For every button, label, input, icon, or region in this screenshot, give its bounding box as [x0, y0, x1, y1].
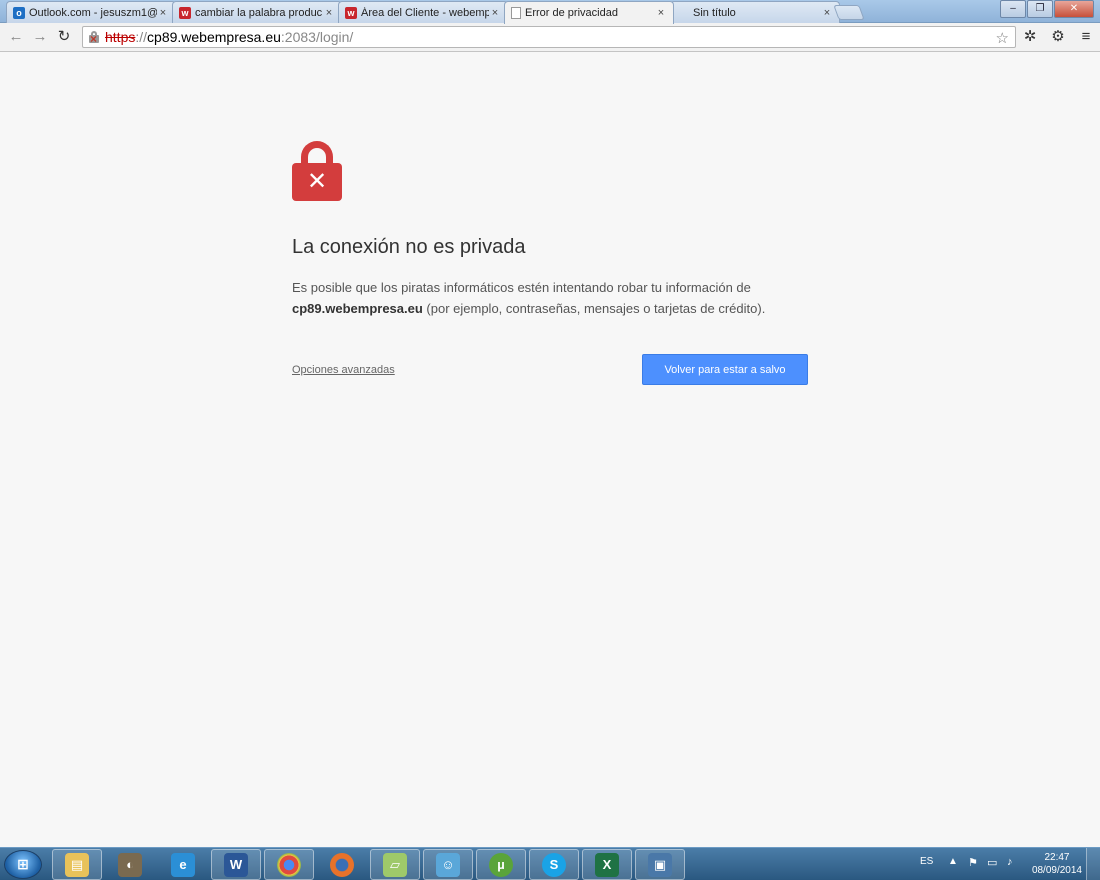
tab-sin-titulo[interactable]: Sin título × [670, 1, 840, 23]
gimp-icon: ◐ [118, 852, 142, 877]
skype-icon: S [542, 852, 566, 877]
maximize-button[interactable]: ❐ [1027, 0, 1053, 18]
utorrent-icon: µ [489, 852, 513, 877]
webempresa-icon: w [345, 6, 357, 19]
description-text-after: (por ejemplo, contraseñas, mensajes o ta… [426, 301, 766, 316]
outlook-icon: o [13, 6, 25, 19]
tab-label: Área del Cliente - webemp [361, 6, 489, 19]
tab-error-privacidad[interactable]: Error de privacidad × [504, 1, 674, 24]
excel-icon: X [595, 852, 619, 877]
description-text: Es posible que los piratas informáticos … [292, 280, 751, 295]
show-desktop-button[interactable] [1086, 848, 1100, 880]
folder-icon: ▱ [383, 852, 407, 877]
red-lock-icon: ✕ [292, 141, 342, 201]
new-tab-button[interactable] [833, 5, 865, 20]
photo-viewer-icon: ▣ [648, 852, 672, 877]
window-controls: – ❐ ✕ [1000, 0, 1094, 18]
show-hidden-icons-icon[interactable]: ▲ [948, 856, 958, 867]
system-tray: ES ▲ ⚑ ▭ ♪ 22:47 08/09/2014 [895, 848, 1100, 880]
back-icon[interactable]: ← [6, 28, 26, 46]
word-icon: W [224, 852, 248, 877]
close-icon[interactable]: × [323, 7, 335, 19]
close-icon[interactable]: × [655, 7, 667, 19]
action-center-flag-icon[interactable]: ⚑ [968, 856, 978, 869]
language-indicator[interactable]: ES [920, 856, 933, 867]
messenger-taskbar-button[interactable]: ☺ [423, 849, 473, 880]
firefox-icon [330, 852, 354, 877]
tab-outlook[interactable]: o Outlook.com - jesuszm1@ × [6, 1, 176, 23]
reload-icon[interactable]: ↻ [54, 28, 74, 46]
description-host: cp89.webempresa.eu [292, 301, 423, 316]
start-button[interactable]: ⊞ [4, 850, 42, 879]
chrome-icon [277, 852, 301, 877]
advanced-options-link[interactable]: Opciones avanzadas [292, 364, 395, 376]
url-host: cp89.webempresa.eu [147, 29, 281, 45]
menu-icon[interactable]: ≡ [1077, 28, 1095, 46]
url-separator: :// [135, 29, 148, 45]
clock-time: 22:47 [1044, 852, 1070, 863]
excel-taskbar-button[interactable]: X [582, 849, 632, 880]
back-to-safety-button[interactable]: Volver para estar a salvo [642, 354, 808, 385]
extension-icon[interactable]: ✲ [1021, 28, 1039, 46]
firefox-taskbar-button[interactable] [317, 849, 367, 880]
chrome-taskbar-button[interactable] [264, 849, 314, 880]
system-clock[interactable]: 22:47 08/09/2014 [1032, 851, 1082, 877]
utorrent-taskbar-button[interactable]: µ [476, 849, 526, 880]
explorer-taskbar-button[interactable]: ▤ [52, 849, 102, 880]
tab-label: Sin título [693, 6, 736, 19]
error-description: Es posible que los piratas informáticos … [292, 277, 812, 319]
browser-toolbar: ← → ↻ × https://cp89.webempresa.eu:2083/… [0, 23, 1100, 52]
url-path: :2083/login/ [280, 29, 354, 45]
page-title: La conexión no es privada [292, 236, 526, 258]
forward-icon[interactable]: → [30, 28, 50, 46]
skype-taskbar-button[interactable]: S [529, 849, 579, 880]
tab-label: Outlook.com - jesuszm1@ [29, 6, 157, 19]
gear-icon[interactable]: ⚙ [1049, 28, 1067, 46]
close-icon[interactable]: × [489, 7, 501, 19]
url-scheme: https [105, 29, 136, 45]
ie-taskbar-button[interactable]: e [158, 849, 208, 880]
word-taskbar-button[interactable]: W [211, 849, 261, 880]
close-icon[interactable]: × [821, 7, 833, 19]
folder-taskbar-button[interactable]: ▱ [370, 849, 420, 880]
tab-label: cambiar la palabra produc [195, 6, 323, 19]
explorer-icon: ▤ [65, 852, 89, 877]
close-icon[interactable]: × [157, 7, 169, 19]
clock-date: 08/09/2014 [1031, 865, 1082, 876]
tab-label: Error de privacidad [525, 7, 618, 19]
tab-strip: o Outlook.com - jesuszm1@ × w cambiar la… [0, 0, 1100, 24]
taskbar: ⊞ ▤ ◐ e W ▱ ☺ µ S X ▣ ES ▲ ⚑ ▭ ♪ 22:47 0… [0, 847, 1100, 880]
network-icon[interactable]: ▭ [987, 856, 997, 869]
bookmark-star-icon[interactable]: ☆ [996, 29, 1009, 47]
gimp-taskbar-button[interactable]: ◐ [105, 849, 155, 880]
tab-area-cliente[interactable]: w Área del Cliente - webemp × [338, 1, 508, 23]
messenger-icon: ☺ [436, 852, 460, 877]
ie-icon: e [171, 852, 195, 877]
photo-viewer-taskbar-button[interactable]: ▣ [635, 849, 685, 880]
volume-icon[interactable]: ♪ [1007, 856, 1013, 868]
webempresa-icon: w [179, 6, 191, 19]
address-bar[interactable]: × https://cp89.webempresa.eu:2083/login/… [82, 26, 1016, 48]
close-window-button[interactable]: ✕ [1054, 0, 1094, 18]
minimize-button[interactable]: – [1000, 0, 1026, 18]
page-icon [511, 7, 521, 19]
error-page: ✕ La conexión no es privada Es posible q… [0, 53, 1100, 847]
tab-cambiar-palabra[interactable]: w cambiar la palabra produc × [172, 1, 342, 23]
broken-lock-icon[interactable]: × [87, 30, 101, 45]
